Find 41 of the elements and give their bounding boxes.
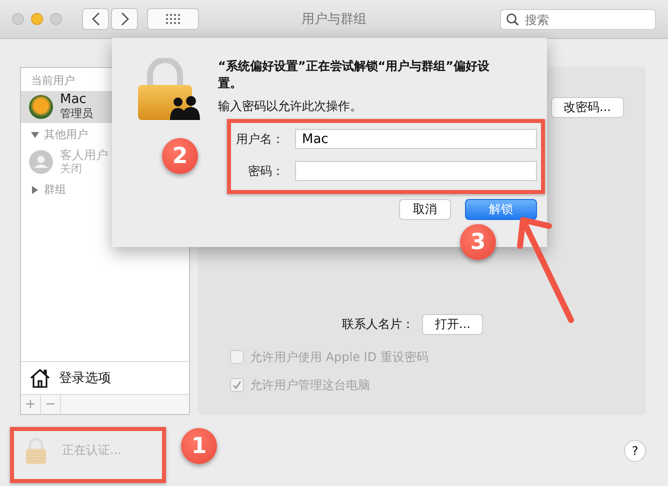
user-role: 管理员 <box>60 107 93 121</box>
grid-icon <box>165 13 181 25</box>
remove-user-button[interactable]: − <box>41 395 61 414</box>
lock-icon <box>24 436 48 464</box>
back-button[interactable] <box>82 8 109 30</box>
group-heading[interactable]: 群组 <box>21 178 189 201</box>
chevron-right-icon <box>120 12 130 26</box>
close-button[interactable] <box>12 13 24 25</box>
zoom-button[interactable] <box>50 13 62 25</box>
window-title: 用户与群组 <box>302 11 366 28</box>
unlock-button[interactable]: 解锁 <box>465 199 537 220</box>
user-name: 客人用户 <box>60 148 108 162</box>
help-button[interactable]: ? <box>624 440 646 462</box>
open-button[interactable]: 打开... <box>422 314 484 335</box>
user-status: 关闭 <box>60 162 83 176</box>
search-field[interactable]: 搜索 <box>500 9 656 30</box>
chevron-left-icon <box>90 12 100 26</box>
cancel-button[interactable]: 取消 <box>399 199 451 220</box>
dialog-message: “系统偏好设置”正在尝试解锁“用户与群组”偏好设置。 <box>218 58 490 92</box>
step-number-badge: 1 <box>181 428 217 464</box>
username-field[interactable]: Mac <box>295 129 537 149</box>
avatar-photo-placeholder <box>29 95 53 119</box>
lock-with-people-icon <box>136 58 202 122</box>
dialog-prompt: 输入密码以允许此次操作。 <box>218 98 363 115</box>
password-field[interactable] <box>295 161 537 181</box>
add-user-button[interactable]: + <box>21 395 41 414</box>
user-name: Mac <box>60 93 88 107</box>
checkmark-icon <box>232 380 242 390</box>
contact-card-label: 联系人名片： <box>342 316 414 333</box>
expanded-triangle-icon <box>31 130 39 138</box>
house-icon <box>29 368 51 388</box>
minimize-button[interactable] <box>31 13 43 25</box>
person-silhouette-icon <box>29 150 53 174</box>
collapsed-triangle-icon <box>31 186 39 194</box>
field-label: 用户名： <box>235 130 284 148</box>
field-label: 密码： <box>247 162 284 180</box>
section-heading: 当前用户 <box>30 73 76 89</box>
forward-button[interactable] <box>111 8 138 30</box>
lock-status: 正在认证... <box>62 442 122 459</box>
change-password-button[interactable]: 改密码... <box>550 97 624 118</box>
show-all-button[interactable] <box>147 8 199 30</box>
